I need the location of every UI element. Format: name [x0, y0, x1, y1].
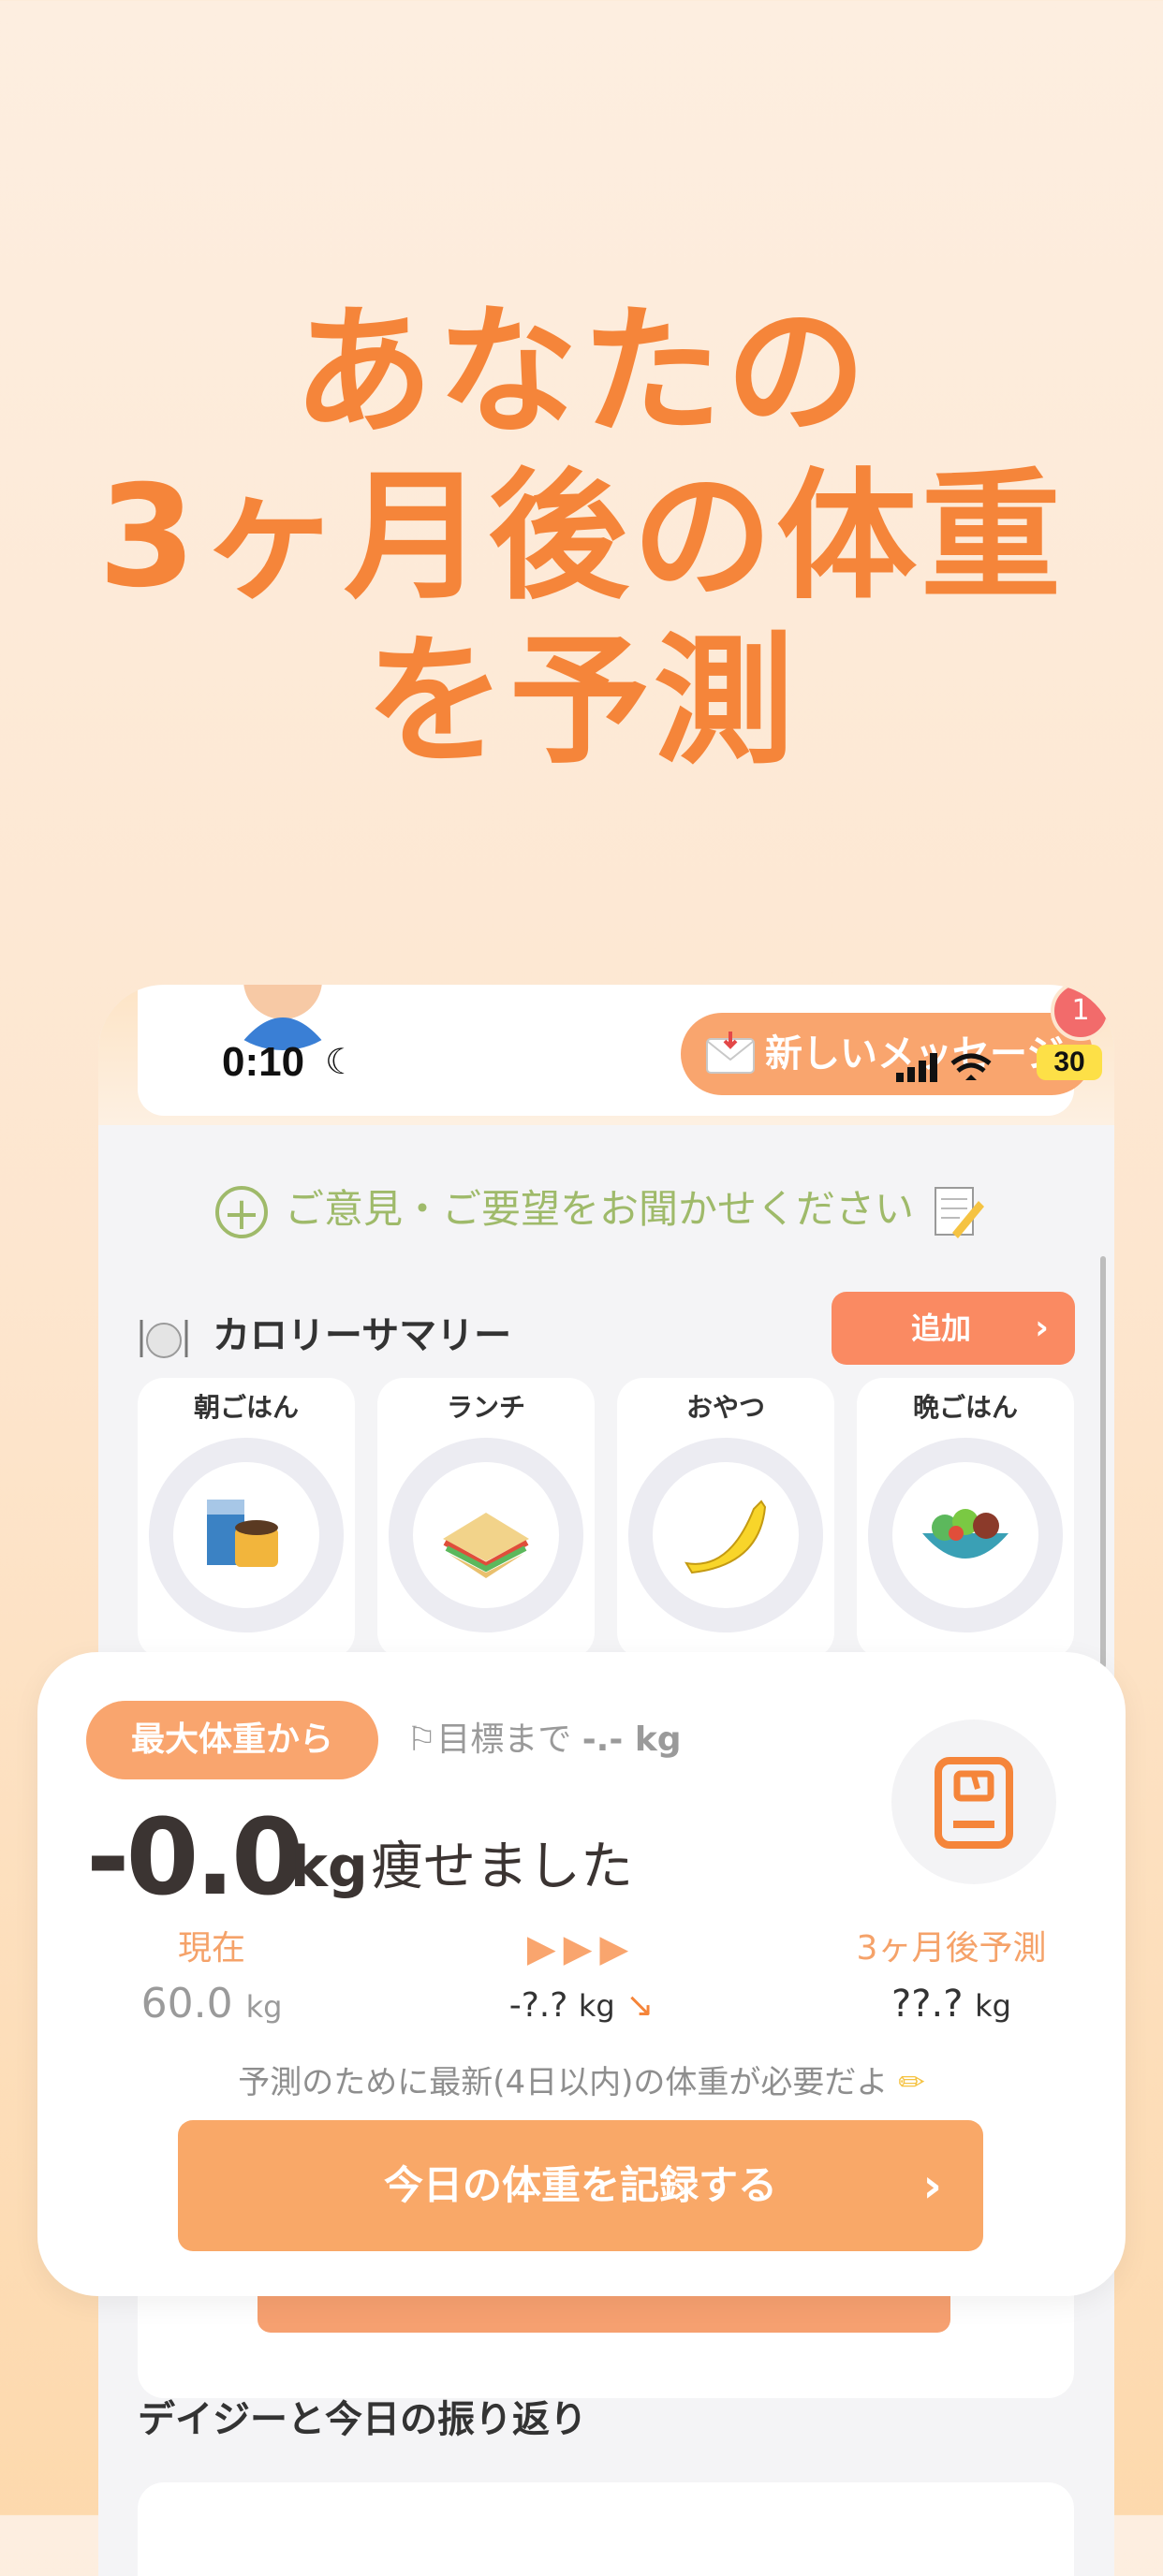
change-column: ▶▶▶ -?.? kg ↘ — [441, 1924, 722, 2036]
change-weight: -?.? kg ↘ — [441, 1976, 722, 2036]
weight-lost-value: -0.0 — [86, 1797, 304, 1919]
meal-label: 晩ごはん — [912, 1392, 1018, 1423]
weight-card: 最大体重から ⚐目標まで -.- kg -0.0 kg 痩せました 現在 60.… — [37, 1652, 1126, 2296]
headline-line-2: 3ヶ月後の体重 — [97, 456, 1066, 619]
forecast-unit: kg — [975, 1988, 1011, 2024]
forecast-note: 予測のために最新(4日以内)の体重が必要だよ ✏ — [37, 2055, 1126, 2111]
headline-line-3: を予測 — [364, 621, 798, 783]
feedback-label: ご意見・ご要望をお聞かせください — [285, 1186, 915, 1232]
weight-lost-text: 痩せました — [371, 1837, 633, 1897]
forecast-column: 3ヶ月後予測 ??.? kg — [811, 1924, 1092, 2036]
from-max-weight-tag[interactable]: 最大体重から — [86, 1701, 378, 1779]
coffee-bag-icon — [207, 1500, 278, 1567]
calorie-summary-label: カロリーサマリー — [212, 1314, 512, 1357]
current-weight-column: 現在 60.0 kg — [71, 1924, 352, 2037]
forecast-label: 3ヶ月後予測 — [856, 1929, 1047, 1968]
header-card: 0:10 ☾ 新しいメッセージ 1 30 — [138, 985, 1111, 1116]
change-value: -?.? — [508, 1986, 568, 2025]
chevron-right-icon: › — [1035, 1309, 1049, 1347]
status-time: 0:10 — [222, 1039, 305, 1085]
current-label: 現在 — [177, 1929, 245, 1968]
pencil-icon: ✏ — [898, 2064, 925, 2101]
chevron-right-icon: › — [922, 2159, 942, 2213]
record-weight-label: 今日の体重を記録する — [383, 2162, 777, 2208]
meal-label: 朝ごはん — [193, 1392, 299, 1423]
meal-card-snack[interactable]: おやつ — [617, 1378, 834, 1659]
goal-remaining: ⚐目標まで -.- kg — [406, 1701, 682, 1779]
forecast-weight: ??.? kg — [811, 1974, 1092, 2036]
current-value: 60.0 — [140, 1980, 233, 2027]
triple-arrow-icon: ▶▶▶ — [526, 1927, 637, 1970]
add-meal-label: 追加 — [911, 1310, 972, 1346]
meal-label: ランチ — [446, 1392, 525, 1423]
salad-icon — [922, 1509, 1008, 1559]
forecast-note-text: 予測のために最新(4日以内)の体重が必要だよ — [238, 2064, 889, 2101]
goal-label: ⚐目標まで — [406, 1720, 572, 1759]
current-weight: 60.0 kg — [71, 1974, 352, 2037]
scale-icon — [935, 1757, 1013, 1849]
scrollbar[interactable] — [1100, 1256, 1106, 1668]
plus-circle-icon: + — [215, 1185, 268, 1238]
forecast-value: ??.? — [891, 1983, 964, 2026]
battery-indicator: 30 — [1037, 1045, 1102, 1080]
meal-card-breakfast[interactable]: 朝ごはん — [138, 1378, 355, 1659]
memo-icon — [935, 1186, 985, 1238]
meal-label: おやつ — [685, 1392, 765, 1423]
add-meal-button[interactable]: 追加 › — [832, 1292, 1075, 1365]
change-unit: kg — [578, 1988, 615, 2024]
reflection-card[interactable] — [138, 2482, 1074, 2576]
plate-icon — [140, 1320, 188, 1358]
arrow-down-right-icon: ↘ — [626, 1986, 655, 2025]
record-weight-button[interactable]: 今日の体重を記録する › — [178, 2120, 983, 2251]
new-message-button[interactable]: 新しいメッセージ — [681, 1013, 1093, 1095]
moon-icon: ☾ — [325, 1041, 358, 1082]
banana-icon — [685, 1500, 767, 1574]
goal-value: -.- kg — [582, 1720, 682, 1759]
meal-card-lunch[interactable]: ランチ — [377, 1378, 595, 1659]
signal-wifi-icon — [896, 1053, 992, 1082]
feedback-link[interactable]: + ご意見・ご要望をお聞かせください — [215, 1177, 985, 1242]
sandwich-icon — [443, 1513, 529, 1578]
meal-card-dinner[interactable]: 晩ごはん — [857, 1378, 1074, 1659]
reflection-title: デイジーと今日の振り返り — [138, 2398, 587, 2441]
envelope-icon — [706, 1032, 755, 1074]
scale-button[interactable] — [891, 1720, 1056, 1884]
headline: あなたの 3ヶ月後の体重 を予測 — [0, 290, 1163, 784]
headline-line-1: あなたの — [292, 291, 870, 454]
weight-lost-unit: kg — [290, 1835, 368, 1900]
current-unit: kg — [245, 1989, 283, 2025]
calorie-summary-title: カロリーサマリー — [138, 1303, 511, 1368]
